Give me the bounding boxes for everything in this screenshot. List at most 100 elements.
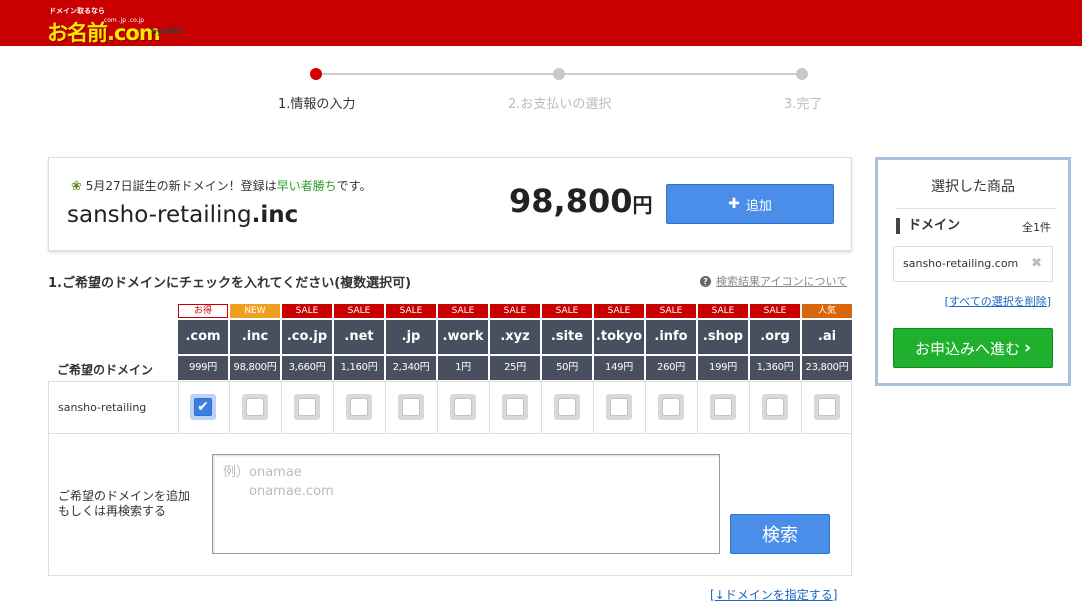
checkbox-box [454, 398, 472, 416]
step-dot-2 [553, 68, 565, 80]
chevron-right-icon: › [1024, 338, 1032, 358]
featured-domain-box: ❀ 5月27日誕生の新ドメイン！登録は早い者勝ちです。 sansho-retai… [48, 157, 852, 251]
grid-col-divider [229, 382, 230, 433]
tld-badge: SALE [646, 304, 696, 318]
tld-checkbox[interactable] [242, 394, 268, 420]
tld-price: 260円 [646, 356, 696, 380]
grid-col-divider [801, 382, 802, 433]
close-icon[interactable]: ✖ [1031, 247, 1042, 281]
tld-badge: SALE [438, 304, 488, 318]
domain-label: sansho-retailing [67, 202, 252, 228]
grid-col-divider [593, 382, 594, 433]
tld-checkbox[interactable] [346, 394, 372, 420]
tld-price: 149円 [594, 356, 644, 380]
tld-checkbox[interactable] [658, 394, 684, 420]
checkbox-box [350, 398, 368, 416]
tld-badge: 人気 [802, 304, 852, 318]
tld-price: 3,660円 [282, 356, 332, 380]
proceed-button[interactable]: お申込みへ進む › [893, 328, 1053, 368]
add-button-label: 追加 [745, 198, 772, 214]
grid-col-divider [437, 382, 438, 433]
step-dot-1 [310, 68, 322, 80]
clear-all-text: すべての選択を削除 [948, 295, 1047, 308]
tld-checkbox[interactable] [710, 394, 736, 420]
domain-search-textarea[interactable]: 例）onamae onamae.com [212, 454, 720, 554]
specify-domain-link[interactable]: [↓ドメインを指定する] [710, 586, 837, 603]
clear-all-link[interactable]: [すべての選択を削除] [945, 293, 1051, 309]
notice-prefix: 5月27日誕生の新ドメイン！登録は [85, 179, 277, 193]
featured-domain-name: sansho-retailing.inc [67, 202, 298, 228]
tld-badge: SALE [334, 304, 384, 318]
selected-item: sansho-retailing.com ✖ [893, 246, 1053, 282]
checkmark-icon: ✔ [194, 398, 212, 416]
question-icon: ? [700, 275, 711, 287]
add-button[interactable]: ✚ 追加 [666, 184, 834, 224]
grid-col-divider [697, 382, 698, 433]
search-button[interactable]: 検索 [730, 514, 830, 554]
tld-checkbox[interactable] [502, 394, 528, 420]
tld-name: .shop [698, 320, 748, 354]
price-unit: 円 [632, 193, 653, 217]
tld-name: .site [542, 320, 592, 354]
panel-title: 選択した商品 [931, 179, 1015, 195]
tld-checkbox[interactable] [762, 394, 788, 420]
grid-col-divider [385, 382, 386, 433]
row-domain-name: sansho-retailing [58, 401, 147, 414]
grid-col-divider [749, 382, 750, 433]
checkbox-box [766, 398, 784, 416]
featured-price: 98,800円 [509, 182, 652, 220]
tld-price: 1,360円 [750, 356, 800, 380]
checkbox-box [714, 398, 732, 416]
tld-badge: SALE [698, 304, 748, 318]
checkbox-box [246, 398, 264, 416]
tld-name: .net [334, 320, 384, 354]
checkbox-box [662, 398, 680, 416]
tld-checkbox[interactable] [398, 394, 424, 420]
tld-name: .info [646, 320, 696, 354]
tld-checkbox[interactable] [814, 394, 840, 420]
tld-price: 25円 [490, 356, 540, 380]
onamae-logo[interactable]: ドメイン取るなら お名前.com .com .jp .co.jp byGMO [47, 6, 207, 45]
step-dot-3 [796, 68, 808, 80]
notice-highlight: 早い者勝ち [276, 179, 337, 193]
checkbox-box [610, 398, 628, 416]
tld-name: .jp [386, 320, 436, 354]
checkbox-box [298, 398, 316, 416]
step-connector-1 [316, 73, 559, 75]
icon-help-link[interactable]: ? 検索結果アイコンについて [700, 273, 847, 289]
step-connector-2 [559, 73, 802, 75]
sprout-icon: ❀ [71, 179, 82, 194]
tld-name: .inc [230, 320, 280, 354]
tld-name: .com [178, 320, 228, 354]
tld-price: 50円 [542, 356, 592, 380]
grid-col-divider [178, 382, 179, 433]
site-header: ドメイン取るなら お名前.com .com .jp .co.jp byGMO [0, 0, 1082, 46]
tld-checkbox[interactable]: ✔ [190, 394, 216, 420]
tld-price: 1円 [438, 356, 488, 380]
panel-category: ドメイン [896, 218, 960, 234]
tld-checkbox[interactable] [606, 394, 632, 420]
tld-name: .co.jp [282, 320, 332, 354]
help-link-text: 検索結果アイコンについて [716, 275, 848, 288]
step-label-3: 3.完了 [784, 97, 823, 112]
tld-price: 98,800円 [230, 356, 280, 380]
tld-checkbox[interactable] [554, 394, 580, 420]
tld-badge: SALE [386, 304, 436, 318]
logo-tagline: ドメイン取るなら [49, 7, 105, 15]
logo-tlds: .com .jp .co.jp [102, 17, 145, 24]
tld-name: .ai [802, 320, 852, 354]
selected-item-name: sansho-retailing.com [903, 257, 1019, 270]
tld-checkbox[interactable] [450, 394, 476, 420]
notice-suffix: です。 [336, 179, 372, 193]
tld-badge: お得 [178, 304, 228, 318]
add-domain-label-line1: ご希望のドメインを追加 [58, 489, 191, 503]
checkbox-box [558, 398, 576, 416]
tld-checkbox[interactable] [294, 394, 320, 420]
domain-tld: .inc [251, 202, 299, 228]
add-domain-label: ご希望のドメインを追加 もしくは再検索する [58, 489, 190, 519]
grid-col-divider [489, 382, 490, 433]
tld-badge: SALE [594, 304, 644, 318]
tld-badge: SALE [490, 304, 540, 318]
tld-badge: SALE [282, 304, 332, 318]
tld-price: 199円 [698, 356, 748, 380]
